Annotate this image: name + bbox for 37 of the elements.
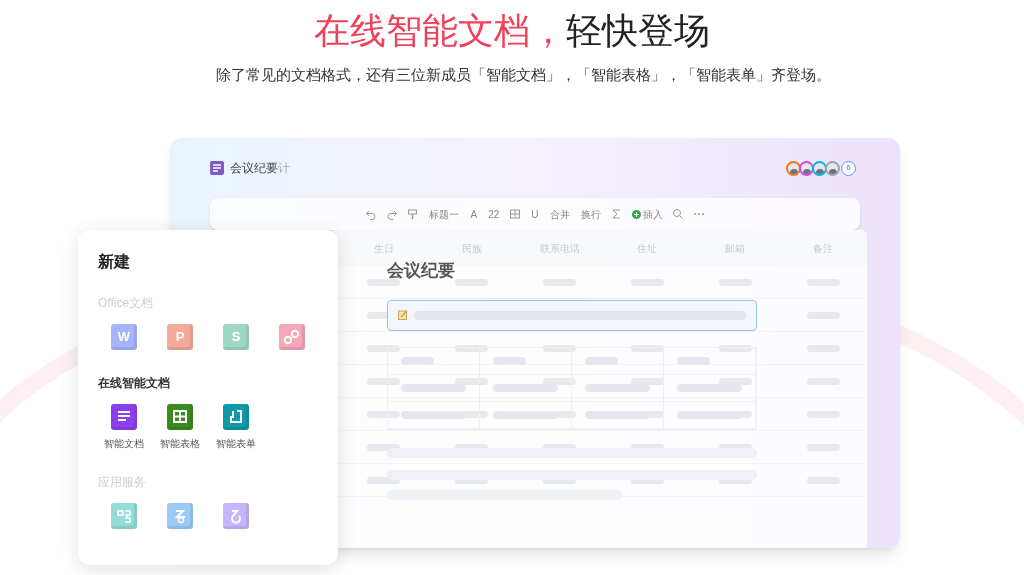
- sigma-icon[interactable]: [610, 208, 623, 220]
- headline: 轻快登场: [566, 9, 710, 53]
- toolbar-button[interactable]: A: [469, 206, 479, 222]
- smart-form-icon[interactable]: [223, 404, 249, 430]
- section-title: 在线智能文档: [98, 375, 171, 392]
- title-cursor-text: 计: [278, 161, 290, 175]
- document-title: 会议纪要: [230, 161, 278, 175]
- toolbar-button[interactable]: 换行: [579, 206, 602, 222]
- table-icon[interactable]: [509, 208, 522, 220]
- collaborator-count: 6: [841, 160, 856, 176]
- headline-accent: 在线智能文档，: [314, 9, 566, 53]
- redo-icon[interactable]: [386, 208, 399, 220]
- toolbar-button[interactable]: 合并: [548, 206, 571, 222]
- file-type-label[interactable]: 智能文档: [104, 436, 144, 451]
- plus-icon: [631, 209, 641, 219]
- insert-button[interactable]: 插入: [631, 206, 663, 222]
- format-painter-icon[interactable]: [407, 208, 420, 220]
- subtitle: 除了常见的文档格式，还有三位新成员「智能文档」，「智能表格」，「智能表单」齐登场。: [215, 65, 831, 85]
- toolbar-button[interactable]: 标题一: [428, 206, 461, 222]
- toolbar-button[interactable]: U: [530, 206, 540, 222]
- memo-icon: [398, 310, 408, 320]
- document-heading: 会议纪要: [387, 260, 455, 282]
- app-service-icon[interactable]: [223, 503, 249, 529]
- undo-icon[interactable]: [365, 208, 378, 220]
- smart-sheet-icon[interactable]: [167, 404, 193, 430]
- smart-document-icon[interactable]: [111, 404, 137, 430]
- flowchart-icon[interactable]: [111, 503, 137, 529]
- file-type-icon[interactable]: P: [167, 324, 193, 350]
- link-file-icon[interactable]: [279, 324, 305, 350]
- file-type-label[interactable]: 智能表格: [160, 436, 200, 451]
- mind-map-icon[interactable]: [167, 503, 193, 529]
- panel-title: 新建: [98, 252, 131, 272]
- toolbar-button[interactable]: 22: [487, 206, 501, 222]
- file-type-label[interactable]: 智能表单: [216, 436, 256, 451]
- document-icon: [210, 161, 224, 175]
- file-type-icon[interactable]: W: [111, 324, 137, 350]
- search-icon[interactable]: [671, 208, 684, 220]
